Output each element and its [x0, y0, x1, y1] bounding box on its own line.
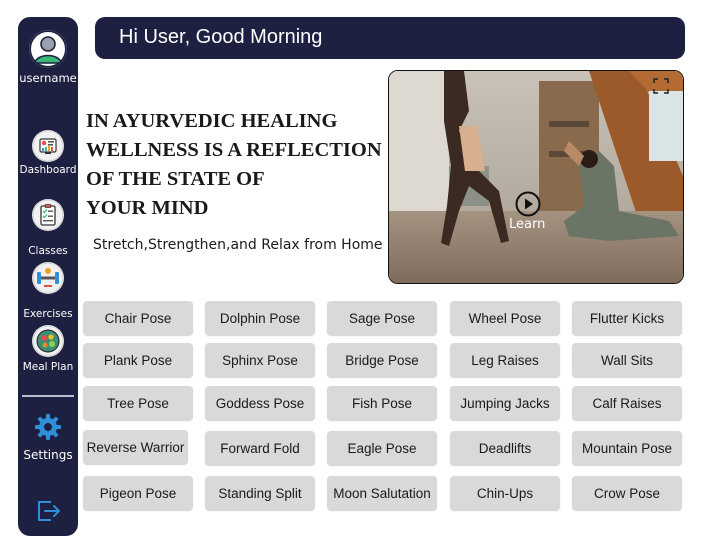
- pose-button[interactable]: Forward Fold: [205, 431, 315, 465]
- hero-title-line: WELLNESS IS A REFLECTION: [86, 139, 382, 161]
- pose-button[interactable]: Leg Raises: [450, 343, 560, 377]
- hero-title: IN AYURVEDIC HEALING WELLNESS IS A REFLE…: [86, 107, 391, 223]
- pose-button[interactable]: Goddess Pose: [205, 386, 315, 420]
- pose-button[interactable]: Moon Salutation: [327, 476, 437, 510]
- sidebar: username Dashboard Classes Exercises Mea…: [18, 17, 78, 536]
- pose-button[interactable]: Dolphin Pose: [205, 301, 315, 335]
- pose-button[interactable]: Wheel Pose: [450, 301, 560, 335]
- pose-button[interactable]: Calf Raises: [572, 386, 682, 420]
- expand-icon[interactable]: [653, 78, 669, 94]
- logout-icon[interactable]: [34, 497, 62, 525]
- greeting-text: Hi User, Good Morning: [119, 26, 323, 48]
- pose-button[interactable]: Deadlifts: [450, 431, 560, 465]
- video-thumbnail: [389, 71, 683, 283]
- pose-button[interactable]: Tree Pose: [83, 386, 193, 420]
- pose-button[interactable]: Reverse Warrior: [83, 430, 188, 464]
- play-icon[interactable]: [515, 191, 541, 217]
- sidebar-item-label: Exercises: [23, 308, 73, 320]
- clipboard-icon: [32, 199, 64, 231]
- sidebar-item-settings[interactable]: Settings: [18, 412, 78, 462]
- pose-button[interactable]: Fish Pose: [327, 386, 437, 420]
- dumbbell-icon: [32, 262, 64, 294]
- pose-button[interactable]: Chair Pose: [83, 301, 193, 335]
- hero-title-line: YOUR MIND: [86, 197, 209, 219]
- username-label: username: [19, 71, 77, 85]
- pose-grid: Chair Pose Dolphin Pose Sage Pose Wheel …: [83, 301, 683, 511]
- sidebar-item-label: Classes: [28, 245, 68, 257]
- sidebar-item-exercises[interactable]: Exercises: [18, 262, 78, 320]
- pose-button[interactable]: Jumping Jacks: [450, 386, 560, 420]
- dashboard-icon: [32, 130, 64, 162]
- pose-button[interactable]: Standing Split: [205, 476, 315, 510]
- greeting-bar: Hi User, Good Morning: [95, 17, 685, 59]
- pose-button[interactable]: Bridge Pose: [327, 343, 437, 377]
- learn-label: Learn: [509, 217, 546, 232]
- pose-button[interactable]: Mountain Pose: [572, 431, 682, 465]
- sidebar-item-meal-plan[interactable]: Meal Plan: [18, 325, 78, 373]
- pose-button[interactable]: Sphinx Pose: [205, 343, 315, 377]
- pose-button[interactable]: Wall Sits: [572, 343, 682, 377]
- sidebar-item-classes[interactable]: Classes: [18, 199, 78, 257]
- hero-subtitle: Stretch,Strengthen,and Relax from Home: [93, 237, 383, 253]
- sidebar-item-label: Settings: [23, 448, 73, 462]
- sidebar-item-dashboard[interactable]: Dashboard: [18, 130, 78, 176]
- pose-button[interactable]: Crow Pose: [572, 476, 682, 510]
- pose-button[interactable]: Eagle Pose: [327, 431, 437, 465]
- user-avatar-icon[interactable]: [29, 30, 67, 68]
- pose-button[interactable]: Pigeon Pose: [83, 476, 193, 510]
- sidebar-divider: [22, 395, 74, 397]
- pose-button[interactable]: Plank Pose: [83, 343, 193, 377]
- yoga-video-player[interactable]: Learn: [388, 70, 684, 284]
- gear-icon: [18, 412, 78, 446]
- hero-title-line: OF THE STATE OF: [86, 168, 265, 190]
- salad-bowl-icon: [32, 325, 64, 357]
- sidebar-item-label: Dashboard: [19, 164, 77, 176]
- sidebar-item-label: Meal Plan: [22, 361, 74, 373]
- pose-button[interactable]: Flutter Kicks: [572, 301, 682, 335]
- hero-title-line: IN AYURVEDIC HEALING: [86, 110, 338, 132]
- pose-button[interactable]: Sage Pose: [327, 301, 437, 335]
- pose-button[interactable]: Chin-Ups: [450, 476, 560, 510]
